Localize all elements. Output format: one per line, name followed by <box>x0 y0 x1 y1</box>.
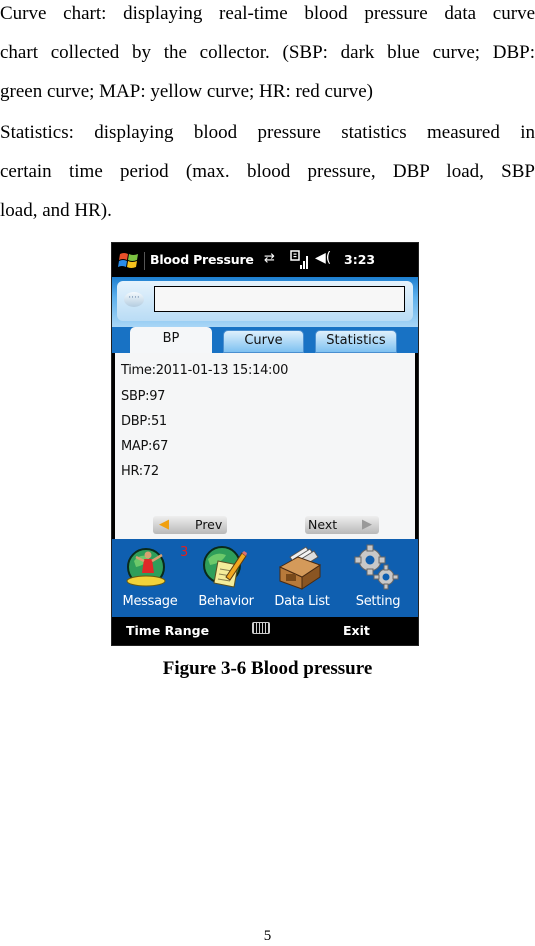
clock[interactable]: 3:23 <box>344 252 375 267</box>
reading-dbp: DBP:51 <box>121 414 167 429</box>
softkey-bar: Time Range Exit <box>112 617 418 645</box>
app-title: Blood Pressure <box>150 252 254 267</box>
launcher-label: Message <box>122 594 178 609</box>
text-line: chart collected by the collector. (SBP: … <box>0 42 535 63</box>
title-bar: Blood Pressure ⇄ ◀( 3:23 <box>112 243 418 277</box>
keyboard-icon[interactable] <box>252 622 270 634</box>
text-line: green curve; MAP: yellow curve; HR: red … <box>0 81 374 102</box>
gears-icon <box>354 544 399 590</box>
data-list-box-icon <box>278 546 322 590</box>
volume-icon[interactable]: ◀( <box>315 250 331 266</box>
launcher-data-list[interactable]: Data List <box>264 539 340 617</box>
tab-statistics[interactable]: Statistics <box>315 330 397 353</box>
bp-reading-panel: Time:2011-01-13 15:14:00 SBP:97 DBP:51 M… <box>115 353 415 539</box>
arrow-right-icon: ▶ <box>362 517 372 532</box>
message-bar: ···· <box>112 277 418 327</box>
tab-bp[interactable]: BP <box>130 327 212 354</box>
launcher-label: Data List <box>274 594 330 609</box>
launcher-message[interactable]: 3 Message <box>112 539 189 617</box>
next-button[interactable]: Next ▶ <box>305 516 379 534</box>
arrow-left-icon: ◀ <box>159 517 169 532</box>
launcher-bar: 3 Message Behavior Data List Setting <box>112 539 418 617</box>
message-globe-icon <box>126 548 166 587</box>
sync-icon[interactable]: ⇄ <box>264 251 275 266</box>
description-statistics: Statistics: displaying blood pressure st… <box>0 113 535 230</box>
reading-sbp: SBP:97 <box>121 389 166 404</box>
title-separator <box>144 252 145 270</box>
tab-bar: BP Curve Statistics <box>112 327 418 354</box>
prev-button[interactable]: ◀ Prev <box>153 516 227 534</box>
message-input[interactable] <box>154 286 405 312</box>
reading-time: Time:2011-01-13 15:14:00 <box>121 363 289 378</box>
description-curve-chart: Curve chart: displaying real-time blood … <box>0 0 535 111</box>
windows-flag-icon[interactable] <box>118 250 140 272</box>
tab-curve[interactable]: Curve <box>223 330 304 353</box>
input-panel: ···· <box>117 281 413 321</box>
chat-bubble-icon: ···· <box>124 292 144 307</box>
time-range-softkey[interactable]: Time Range <box>126 623 209 638</box>
launcher-setting[interactable]: Setting <box>340 539 416 617</box>
page-number: 5 <box>263 928 272 944</box>
reading-map: MAP:67 <box>121 439 169 454</box>
text-line: load, and HR). <box>0 200 112 221</box>
prev-label: Prev <box>195 517 223 532</box>
exit-softkey[interactable]: Exit <box>343 623 370 638</box>
launcher-label: Behavior <box>198 594 254 609</box>
text-line: Curve chart: displaying real-time blood … <box>0 3 535 24</box>
next-label: Next <box>308 517 338 532</box>
behavior-notepad-icon <box>203 546 247 588</box>
text-line: Statistics: displaying blood pressure st… <box>0 122 535 143</box>
launcher-behavior[interactable]: Behavior <box>188 539 264 617</box>
text-line: certain time period (max. blood pressure… <box>0 161 535 182</box>
figure-caption: Figure 3-6 Blood pressure <box>162 658 373 679</box>
launcher-label: Setting <box>355 594 401 609</box>
reading-hr: HR:72 <box>121 464 159 479</box>
signal-icon[interactable] <box>290 249 312 271</box>
phone-screenshot: Blood Pressure ⇄ ◀( 3:23 ···· BP Curve S… <box>111 242 419 646</box>
